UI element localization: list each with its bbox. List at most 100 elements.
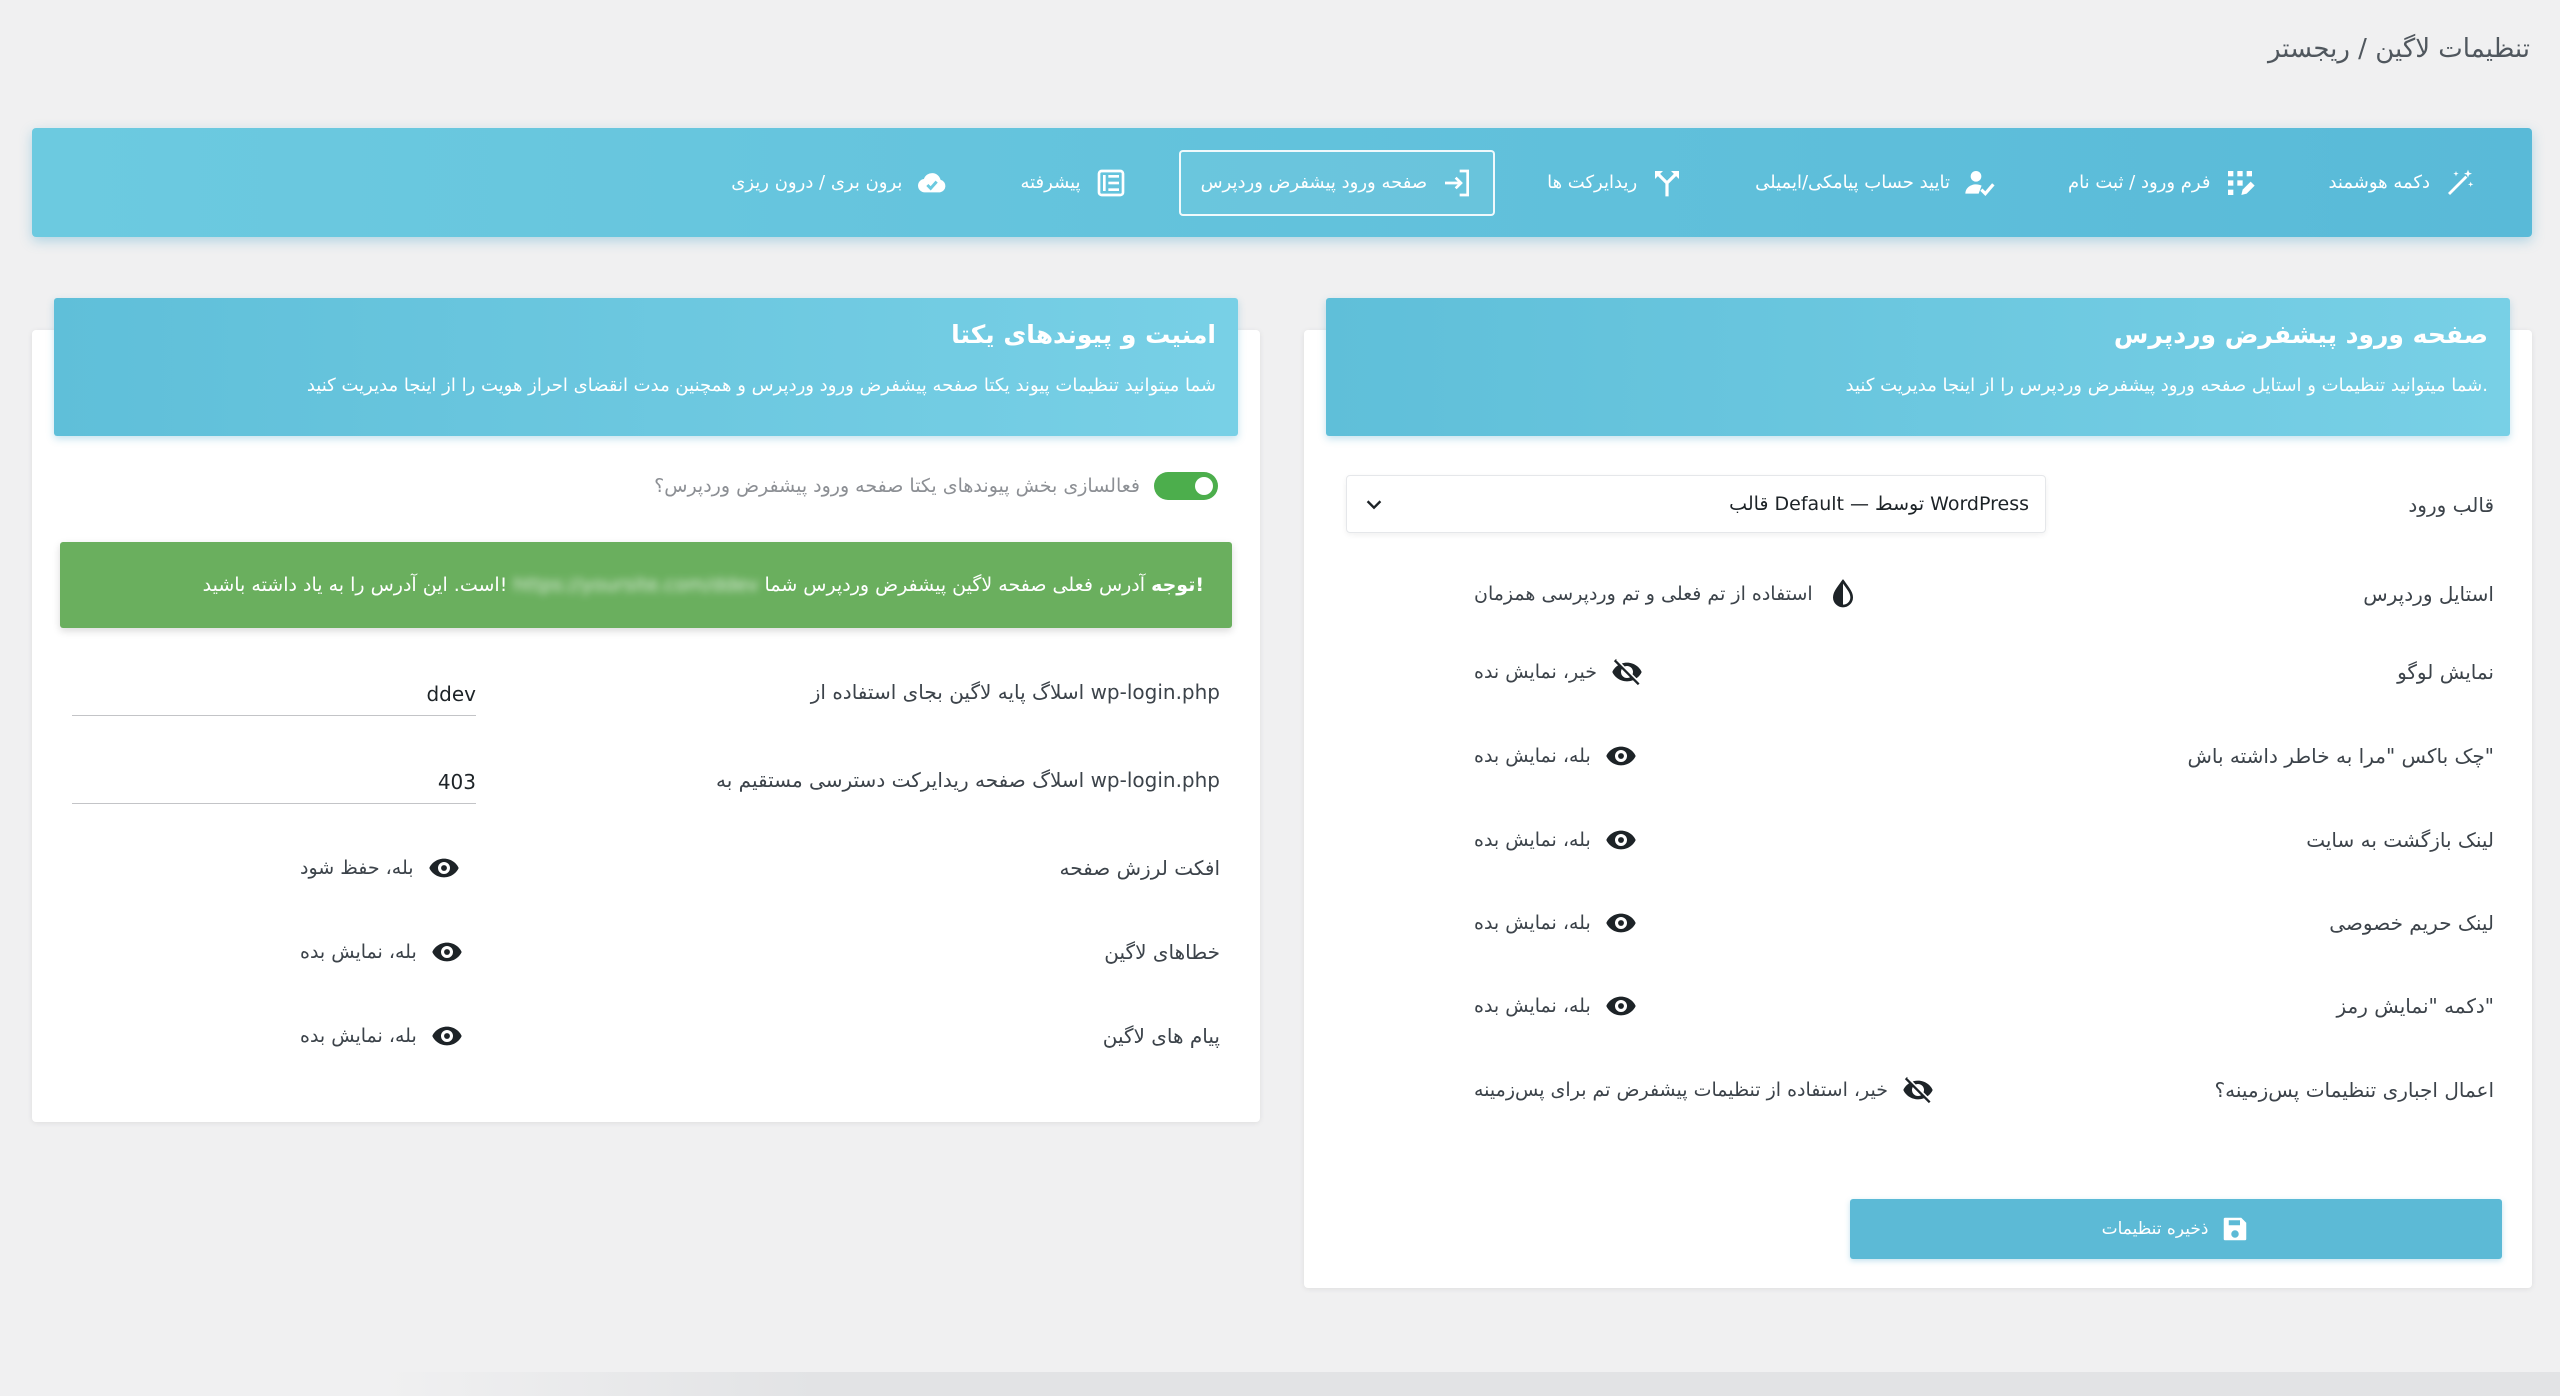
- setting-label: نمایش لوگو: [2397, 660, 2494, 684]
- cloud-check-icon: [916, 167, 948, 199]
- magic-wand-icon: [2444, 167, 2476, 199]
- login-slug-label: اسلاگ پایه لاگین بجای استفاده از wp-logi…: [810, 680, 1220, 704]
- select-value: قالب Default — توسط WordPress: [1729, 493, 2029, 515]
- wp-style-row: استایل وردپرس استفاده از تم فعلی و تم ور…: [1334, 578, 2494, 610]
- setting-value: استفاده از تم فعلی و تم وردپرسی همزمان: [1474, 583, 1813, 605]
- card-title: صفحه ورود پیشفرض وردپرس: [2113, 320, 2488, 349]
- setting-label: دکمه "نمایش رمز": [2336, 994, 2494, 1018]
- split-arrows-icon: [1651, 167, 1683, 199]
- show-password-row: دکمه "نمایش رمز" بله، نمایش بده: [1334, 990, 2494, 1022]
- setting-label: افکت لرزش صفحه: [1059, 856, 1220, 880]
- tab-label: برون بری / درون ریزی: [731, 172, 903, 193]
- setting-value: بله، نمایش بده: [1474, 995, 1591, 1017]
- tab-label: تایید حساب پیامکی/ایمیلی: [1755, 172, 1950, 193]
- login-template-label: قالب ورود: [2408, 493, 2494, 517]
- setting-value: بله، نمایش بده: [1474, 912, 1591, 934]
- login-slug-input[interactable]: ddev: [72, 672, 476, 716]
- tab-account-verification[interactable]: تایید حساب پیامکی/ایمیلی: [1735, 150, 2016, 216]
- login-template-row: قالب ورود: [2408, 490, 2494, 520]
- login-slug-row: اسلاگ پایه لاگین بجای استفاده از wp-logi…: [811, 680, 1220, 704]
- setting-toggle[interactable]: خیر، استفاده از تنظیمات پیشفرض تم برای پ…: [1474, 1074, 1934, 1106]
- tab-advanced[interactable]: پیشرفته: [1000, 150, 1146, 216]
- setting-label: خطاهای لاگین: [1104, 940, 1220, 964]
- input-value: ddev: [426, 681, 476, 706]
- sign-in-icon: [1441, 167, 1473, 199]
- setting-label: پیام های لاگین: [1102, 1024, 1220, 1048]
- user-check-icon: [1964, 167, 1996, 199]
- notice-text-after: است. این آدرس را به یاد داشته باشید!: [202, 574, 508, 596]
- setting-toggle[interactable]: بله، نمایش بده: [1474, 824, 1637, 856]
- setting-value: خیر، استفاده از تنظیمات پیشفرض تم برای پ…: [1474, 1079, 1888, 1101]
- setting-toggle[interactable]: بله، نمایش بده: [1474, 990, 1637, 1022]
- setting-toggle[interactable]: بله، نمایش بده: [1474, 740, 1637, 772]
- redirect-slug-row: اسلاگ صفحه ریدایرکت دسترسی مستقیم به wp-…: [716, 768, 1220, 792]
- notice-text-before: آدرس فعلی صفحه لاگین پیشفرض وردپرس شما: [764, 574, 1146, 596]
- eye-slash-icon: [1611, 656, 1643, 688]
- tab-default-wp-login[interactable]: صفحه ورود پیشفرض وردپرس: [1178, 149, 1496, 216]
- privacy-link-row: لینک حریم خصوصی بله، نمایش بده: [1334, 907, 2494, 939]
- setting-label: چک باکس "مرا به خاطر داشته باش": [2187, 744, 2494, 768]
- remember-me-row: چک باکس "مرا به خاطر داشته باش" بله، نما…: [1334, 740, 2494, 772]
- settings-tab-bar: دکمه هوشمند فرم ورود / ثبت نام تایید حسا…: [32, 128, 2532, 237]
- setting-value: بله، نمایش بده: [1474, 829, 1591, 851]
- setting-value: بله، نمایش بده: [1474, 745, 1591, 767]
- login-errors-row: خطاهای لاگین بله، نمایش بده: [300, 936, 1220, 968]
- tab-label: صفحه ورود پیشفرض وردپرس: [1200, 172, 1428, 193]
- notice-strong: توجه!: [1151, 574, 1204, 596]
- eye-icon: [1605, 990, 1637, 1022]
- footer-strip: [380, 1372, 2560, 1396]
- wp-login-card: [1304, 330, 2532, 1288]
- security-card-header: امنیت و پیوندهای یکتا شما میتوانید تنظیم…: [54, 298, 1238, 436]
- setting-label: اعمال اجباری تنظیمات پس‌زمینه؟: [2214, 1078, 2494, 1102]
- setting-value: خیر، نمایش نده: [1474, 661, 1597, 683]
- eye-icon: [1605, 740, 1637, 772]
- save-label: ذخیره تنظیمات: [2101, 1219, 2209, 1239]
- setting-label: لینک بازگشت به سایت: [2306, 828, 2494, 852]
- half-drop-icon: [1827, 578, 1859, 610]
- tab-redirects[interactable]: ریدایرکت ها: [1527, 150, 1703, 216]
- card-description: شما میتوانید تنظیمات پیوند یکتا صفحه پیش…: [306, 375, 1216, 396]
- setting-toggle[interactable]: خیر، نمایش نده: [1474, 656, 1643, 688]
- toggle-label: فعالسازی بخش پیوندهای یکتا صفحه ورود پیش…: [654, 475, 1140, 497]
- input-value: 403: [437, 769, 476, 794]
- advanced-panel-icon: [1095, 167, 1127, 199]
- card-description: شما میتوانید تنظیمات و استایل صفحه ورود …: [1845, 375, 2488, 396]
- login-template-select[interactable]: قالب Default — توسط WordPress: [1346, 475, 2046, 533]
- setting-toggle[interactable]: بله، حفظ شود: [300, 852, 460, 884]
- setting-toggle[interactable]: بله، نمایش بده: [300, 936, 463, 968]
- chevron-down-icon: [1363, 493, 1385, 515]
- grid-pencil-icon: [2224, 167, 2256, 199]
- login-url-value: https://yoursite.com/ddev: [513, 574, 759, 596]
- show-logo-row: نمایش لوگو خیر، نمایش نده: [1334, 656, 2494, 688]
- shake-effect-row: افکت لرزش صفحه بله، حفظ شود: [300, 852, 1220, 884]
- eye-icon: [431, 936, 463, 968]
- setting-toggle[interactable]: بله، نمایش بده: [300, 1020, 463, 1052]
- eye-icon: [1605, 824, 1637, 856]
- page-title: تنظیمات لاگین / ریجستر: [2267, 34, 2530, 64]
- setting-toggle[interactable]: بله، نمایش بده: [1474, 907, 1637, 939]
- wp-login-card-header: صفحه ورود پیشفرض وردپرس شما میتوانید تنظ…: [1326, 298, 2510, 436]
- setting-label: لینک حریم خصوصی: [2329, 911, 2494, 935]
- redirect-slug-input[interactable]: 403: [72, 760, 476, 804]
- eye-slash-icon: [1902, 1074, 1934, 1106]
- tab-label: فرم ورود / ثبت نام: [2067, 172, 2211, 193]
- eye-icon: [1605, 907, 1637, 939]
- permalink-toggle-switch[interactable]: [1154, 472, 1218, 500]
- setting-value: بله، نمایش بده: [300, 941, 417, 963]
- login-url-notice: توجه! آدرس فعلی صفحه لاگین پیشفرض وردپرس…: [60, 542, 1232, 628]
- eye-icon: [428, 852, 460, 884]
- card-title: امنیت و پیوندهای یکتا: [951, 320, 1216, 349]
- tab-import-export[interactable]: برون بری / درون ریزی: [711, 150, 968, 216]
- tab-login-register-form[interactable]: فرم ورود / ثبت نام: [2048, 150, 2276, 216]
- tab-label: ریدایرکت ها: [1547, 172, 1638, 193]
- permalink-toggle-row: فعالسازی بخش پیوندهای یکتا صفحه ورود پیش…: [654, 472, 1218, 500]
- redirect-slug-label: اسلاگ صفحه ریدایرکت دسترسی مستقیم به wp-…: [716, 768, 1220, 792]
- tab-label: پیشرفته: [1020, 172, 1081, 193]
- security-card: [32, 330, 1260, 1122]
- setting-label: استایل وردپرس: [2363, 582, 2494, 606]
- setting-value: بله، حفظ شود: [300, 857, 414, 879]
- save-settings-button[interactable]: ذخیره تنظیمات: [1850, 1199, 2502, 1259]
- setting-toggle[interactable]: استفاده از تم فعلی و تم وردپرسی همزمان: [1474, 578, 1859, 610]
- tab-smart-button[interactable]: دکمه هوشمند: [2308, 150, 2496, 216]
- login-messages-row: پیام های لاگین بله، نمایش بده: [300, 1020, 1220, 1052]
